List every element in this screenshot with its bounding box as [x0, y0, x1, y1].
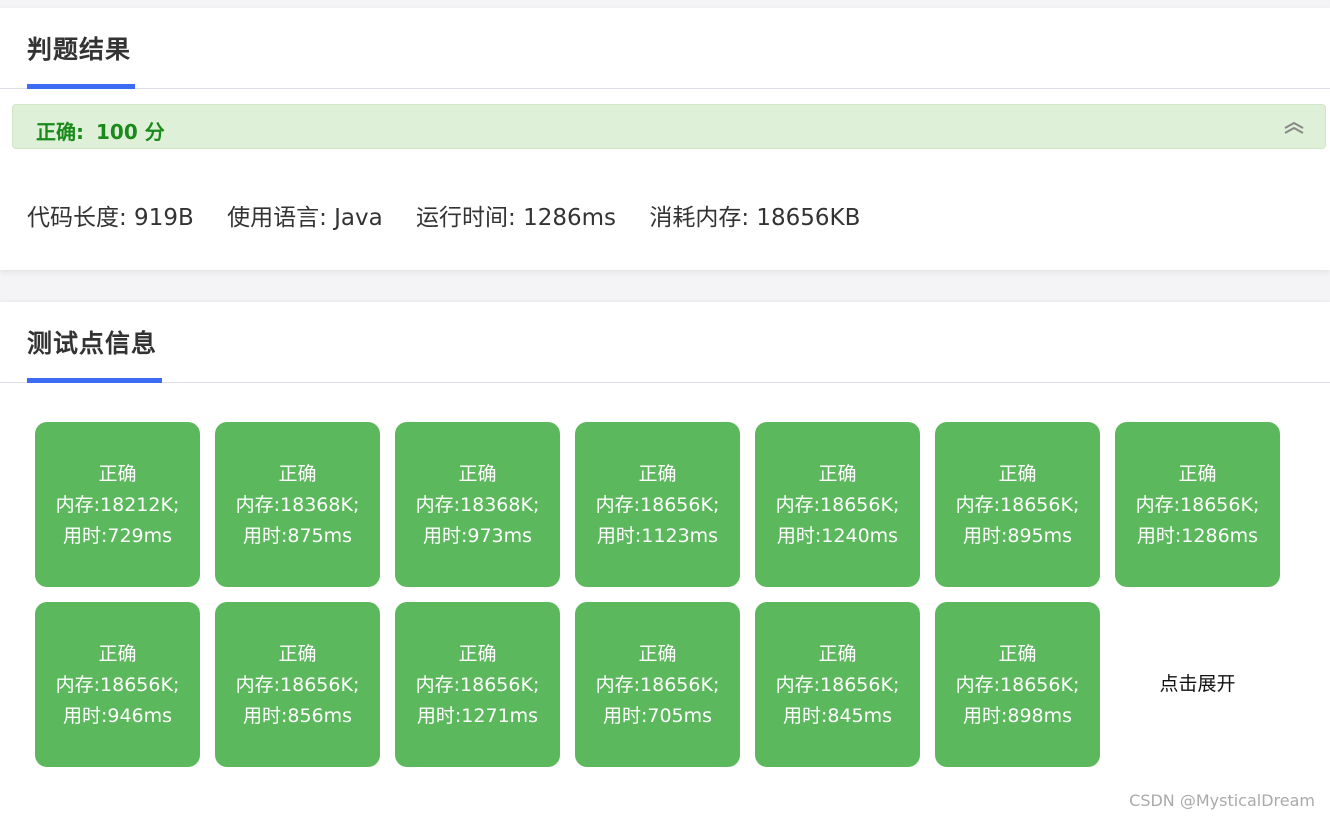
tests-card-header: 测试点信息	[0, 302, 1330, 383]
test-case-box[interactable]: 正确内存:18656K; 用时:856ms	[215, 602, 380, 767]
test-case-status: 正确	[998, 643, 1037, 665]
verdict-label: 正确:	[36, 120, 84, 144]
test-case-time: 用时:973ms	[422, 525, 533, 547]
test-case-time: 用时:946ms	[62, 705, 173, 727]
test-case-status: 正确	[458, 463, 497, 485]
test-case-status: 正确	[98, 643, 137, 665]
expand-button[interactable]: 点击展开	[1115, 602, 1280, 767]
title-underline	[27, 378, 162, 383]
test-case-time: 用时:1271ms	[416, 705, 539, 727]
test-case-memory: 内存:18656K;	[595, 494, 720, 516]
test-case-memory: 内存:18656K;	[415, 674, 540, 696]
test-case-box[interactable]: 正确内存:18656K; 用时:845ms	[755, 602, 920, 767]
test-case-box[interactable]: 正确内存:18368K; 用时:973ms	[395, 422, 560, 587]
submission-meta: 代码长度: 919B 使用语言: Java 运行时间: 1286ms 消耗内存:…	[27, 198, 886, 232]
test-case-status: 正确	[998, 463, 1037, 485]
test-case-memory: 内存:18656K;	[235, 674, 360, 696]
test-case-time: 用时:898ms	[962, 705, 1073, 727]
title-underline	[27, 84, 135, 89]
test-case-status: 正确	[458, 643, 497, 665]
result-title: 判题结果	[27, 35, 132, 64]
test-case-status: 正确	[1178, 463, 1217, 485]
test-case-box[interactable]: 正确内存:18656K; 用时:1123ms	[575, 422, 740, 587]
test-case-memory: 内存:18656K;	[955, 674, 1080, 696]
result-card: 判题结果 正确: 100 分 代码长度: 919B 使用语言: Java 运行时间…	[0, 8, 1330, 270]
test-case-status: 正确	[638, 643, 677, 665]
test-case-time: 用时:875ms	[242, 525, 353, 547]
test-case-memory: 内存:18368K;	[235, 494, 360, 516]
test-case-status: 正确	[278, 463, 317, 485]
double-chevron-up-icon[interactable]	[1283, 119, 1305, 137]
test-case-memory: 内存:18656K;	[1135, 494, 1260, 516]
test-case-status: 正确	[98, 463, 137, 485]
test-case-memory: 内存:18368K;	[415, 494, 540, 516]
test-case-time: 用时:845ms	[782, 705, 893, 727]
test-case-memory: 内存:18656K;	[955, 494, 1080, 516]
verdict-bar[interactable]: 正确: 100 分	[12, 104, 1326, 149]
test-case-box[interactable]: 正确内存:18368K; 用时:875ms	[215, 422, 380, 587]
test-case-box[interactable]: 正确内存:18656K; 用时:1286ms	[1115, 422, 1280, 587]
test-case-memory: 内存:18656K;	[775, 674, 900, 696]
tests-card: 测试点信息 点击展开 正确 内存:18212K; 用时:729ms 正确 内存:1836…	[0, 302, 1330, 820]
tests-title: 测试点信息	[27, 329, 158, 358]
test-case-status: 正确	[818, 463, 857, 485]
watermark: CSDN @MysticalDream	[1129, 791, 1315, 810]
test-case-time: 用时:895ms	[962, 525, 1073, 547]
test-case-status: 正确	[278, 643, 317, 665]
test-case-box[interactable]: 正确内存:18656K; 用时:1240ms	[755, 422, 920, 587]
test-case-memory: 内存:18212K;	[55, 494, 180, 516]
verdict-text: 正确: 100 分	[36, 116, 165, 145]
test-case-box[interactable]: 正确内存:18656K; 用时:946ms	[35, 602, 200, 767]
language: 使用语言: Java	[227, 205, 383, 231]
run-time: 运行时间: 1286ms	[416, 205, 617, 231]
test-case-status: 正确	[818, 643, 857, 665]
test-case-box[interactable]: 正确内存:18656K; 用时:1271ms	[395, 602, 560, 767]
result-card-header: 判题结果	[0, 8, 1330, 89]
code-length: 代码长度: 919B	[27, 205, 194, 231]
test-case-time: 用时:1286ms	[1136, 525, 1259, 547]
test-case-memory: 内存:18656K;	[775, 494, 900, 516]
test-case-time: 用时:856ms	[242, 705, 353, 727]
test-case-box[interactable]: 正确内存:18656K; 用时:705ms	[575, 602, 740, 767]
test-case-time: 用时:1123ms	[596, 525, 719, 547]
test-case-box[interactable]: 正确内存:18656K; 用时:898ms	[935, 602, 1100, 767]
test-case-box[interactable]: 正确内存:18656K; 用时:895ms	[935, 422, 1100, 587]
memory-usage: 消耗内存: 18656KB	[649, 205, 861, 231]
test-case-status: 正确	[638, 463, 677, 485]
test-case-box[interactable]: 正确内存:18212K; 用时:729ms	[35, 422, 200, 587]
test-case-time: 用时:705ms	[602, 705, 713, 727]
test-case-time: 用时:1240ms	[776, 525, 899, 547]
verdict-score: 100 分	[96, 120, 165, 144]
test-case-memory: 内存:18656K;	[55, 674, 180, 696]
test-case-memory: 内存:18656K;	[595, 674, 720, 696]
test-case-time: 用时:729ms	[62, 525, 173, 547]
